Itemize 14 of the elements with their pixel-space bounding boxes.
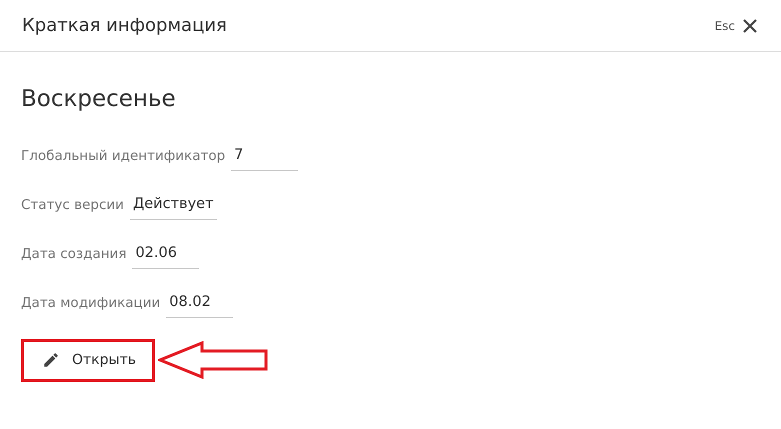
- field-label: Глобальный идентификатор: [21, 147, 226, 166]
- field-value: Действует: [130, 194, 217, 220]
- close-icon[interactable]: [743, 18, 757, 32]
- section-heading: Воскресенье: [21, 85, 177, 114]
- field-label: Дата создания: [21, 245, 126, 264]
- open-button[interactable]: Открыть: [21, 338, 155, 382]
- field-label: Дата модификации: [21, 294, 160, 314]
- field-value: 02.06: [132, 242, 200, 268]
- panel-title: Краткая информация: [22, 14, 227, 38]
- pencil-icon: [42, 351, 60, 369]
- field-value: 08.02: [166, 292, 234, 318]
- esc-hint: Esc: [714, 18, 735, 34]
- field-value: 7: [231, 144, 298, 170]
- field-label: Статус версии: [21, 196, 124, 216]
